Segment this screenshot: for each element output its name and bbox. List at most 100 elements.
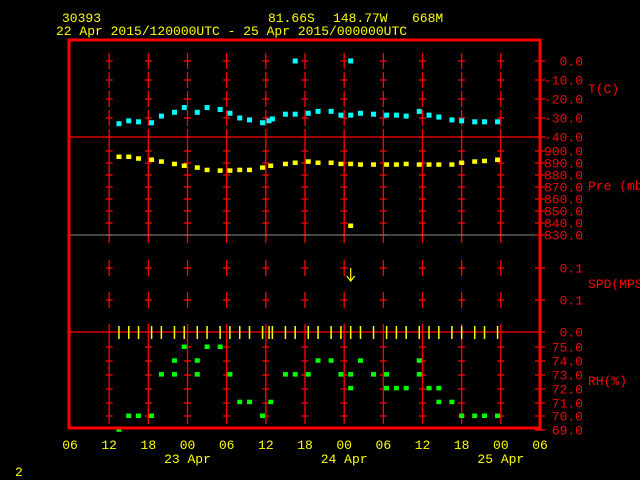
rh-point	[204, 344, 210, 349]
temperature-point	[194, 109, 200, 115]
data-marks	[116, 58, 501, 432]
pressure-point	[348, 223, 354, 228]
pressure-point	[472, 159, 478, 164]
temperature-point	[416, 108, 422, 114]
pressure-point	[357, 162, 363, 167]
temperature-point	[136, 119, 142, 125]
temperature-point	[158, 113, 164, 119]
pressure-point	[171, 161, 177, 167]
x-tick-label: 06	[376, 438, 392, 453]
temperature-point	[393, 112, 399, 118]
pressure-point	[282, 161, 288, 167]
pressure-point	[338, 161, 344, 167]
pressure-point	[292, 160, 298, 165]
temperature-point	[348, 112, 354, 118]
rh-point	[384, 372, 390, 377]
pressure-point	[227, 168, 233, 173]
x-tick-label: 06	[532, 438, 548, 453]
x-tick-label: 06	[219, 438, 235, 453]
x-tick-label: 12	[415, 438, 431, 453]
rh-point	[371, 372, 377, 377]
pressure-point	[181, 163, 187, 168]
rh-point	[482, 413, 488, 418]
rh-point	[181, 344, 187, 349]
temperature-point	[436, 114, 442, 120]
rh-point	[158, 372, 164, 377]
rh-point	[305, 372, 311, 377]
pressure-point	[436, 162, 442, 167]
rh-point	[403, 385, 409, 391]
time-period: 22 Apr 2015/120000UTC - 25 Apr 2015/0000…	[56, 24, 407, 39]
pressure-point	[403, 161, 409, 167]
y-tick-label: 72.0	[552, 383, 583, 398]
pressure-point	[384, 162, 390, 167]
pressure-point	[348, 161, 354, 167]
y-tick-label: -30.0	[544, 112, 583, 127]
rh-point	[247, 399, 253, 405]
rh-point	[416, 358, 422, 363]
pressure-point	[116, 154, 122, 159]
pressure-point	[237, 167, 243, 173]
station-elevation: 668M	[412, 11, 443, 26]
rh-point	[328, 358, 334, 363]
pressure-point	[158, 159, 164, 164]
x-tick-label: 00	[180, 438, 196, 453]
rh-point	[227, 372, 233, 377]
x-tick-label: 18	[141, 438, 157, 453]
x-tick-label: 18	[454, 438, 470, 453]
temperature-point	[171, 109, 177, 115]
rh-point	[136, 413, 142, 418]
rh-point	[384, 385, 390, 391]
temperature-point	[305, 110, 311, 116]
pressure-point	[393, 162, 399, 167]
y-tick-label: -20.0	[544, 93, 583, 108]
temperature-point	[384, 112, 390, 118]
rh-point	[282, 372, 288, 377]
page-number: 2	[15, 465, 23, 480]
y-tick-label: 0.0	[560, 326, 583, 341]
pressure-point	[315, 160, 321, 165]
temperature-point	[126, 118, 132, 124]
pressure-point	[449, 162, 455, 167]
temperature-point	[217, 106, 223, 112]
panel-title: RH(%)	[588, 374, 627, 389]
pressure-point	[260, 165, 266, 170]
pressure-point	[495, 157, 501, 162]
rh-point	[149, 413, 155, 418]
rh-point	[449, 399, 455, 405]
pressure-point	[217, 168, 223, 173]
pressure-point	[371, 162, 377, 167]
y-tick-label: 0.1	[560, 294, 584, 309]
rh-point	[338, 372, 344, 377]
pressure-point	[136, 156, 142, 161]
pressure-point	[416, 162, 422, 167]
rh-point	[393, 385, 399, 391]
y-tick-label: -40.0	[544, 131, 583, 146]
temperature-point	[315, 108, 321, 114]
rh-point	[171, 358, 177, 363]
temperature-point	[292, 111, 298, 117]
panel-title: SPD(MPS)	[588, 277, 640, 292]
x-tick-label: 00	[336, 438, 352, 453]
temperature-point	[459, 118, 465, 124]
pressure-point	[305, 159, 311, 164]
rh-point	[495, 413, 501, 418]
x-date-label: 23 Apr	[164, 452, 211, 467]
rh-point	[416, 372, 422, 377]
pressure-point	[247, 167, 253, 173]
y-tick-label: 73.0	[552, 369, 583, 384]
x-tick-label: 00	[493, 438, 509, 453]
rh-point	[436, 385, 442, 391]
temperature-point	[116, 121, 122, 127]
pressure-point	[268, 163, 274, 168]
temperature-point	[269, 116, 275, 122]
y-tick-label: 69.0	[552, 424, 583, 439]
temperature-point	[328, 108, 334, 114]
rh-point	[459, 413, 465, 418]
rh-point	[315, 358, 321, 363]
x-date-label: 24 Apr	[321, 452, 368, 467]
temperature-point	[181, 105, 187, 111]
x-tick-label: 12	[258, 438, 274, 453]
rh-point	[260, 413, 266, 418]
y-tick-label: 0.1	[560, 262, 584, 277]
